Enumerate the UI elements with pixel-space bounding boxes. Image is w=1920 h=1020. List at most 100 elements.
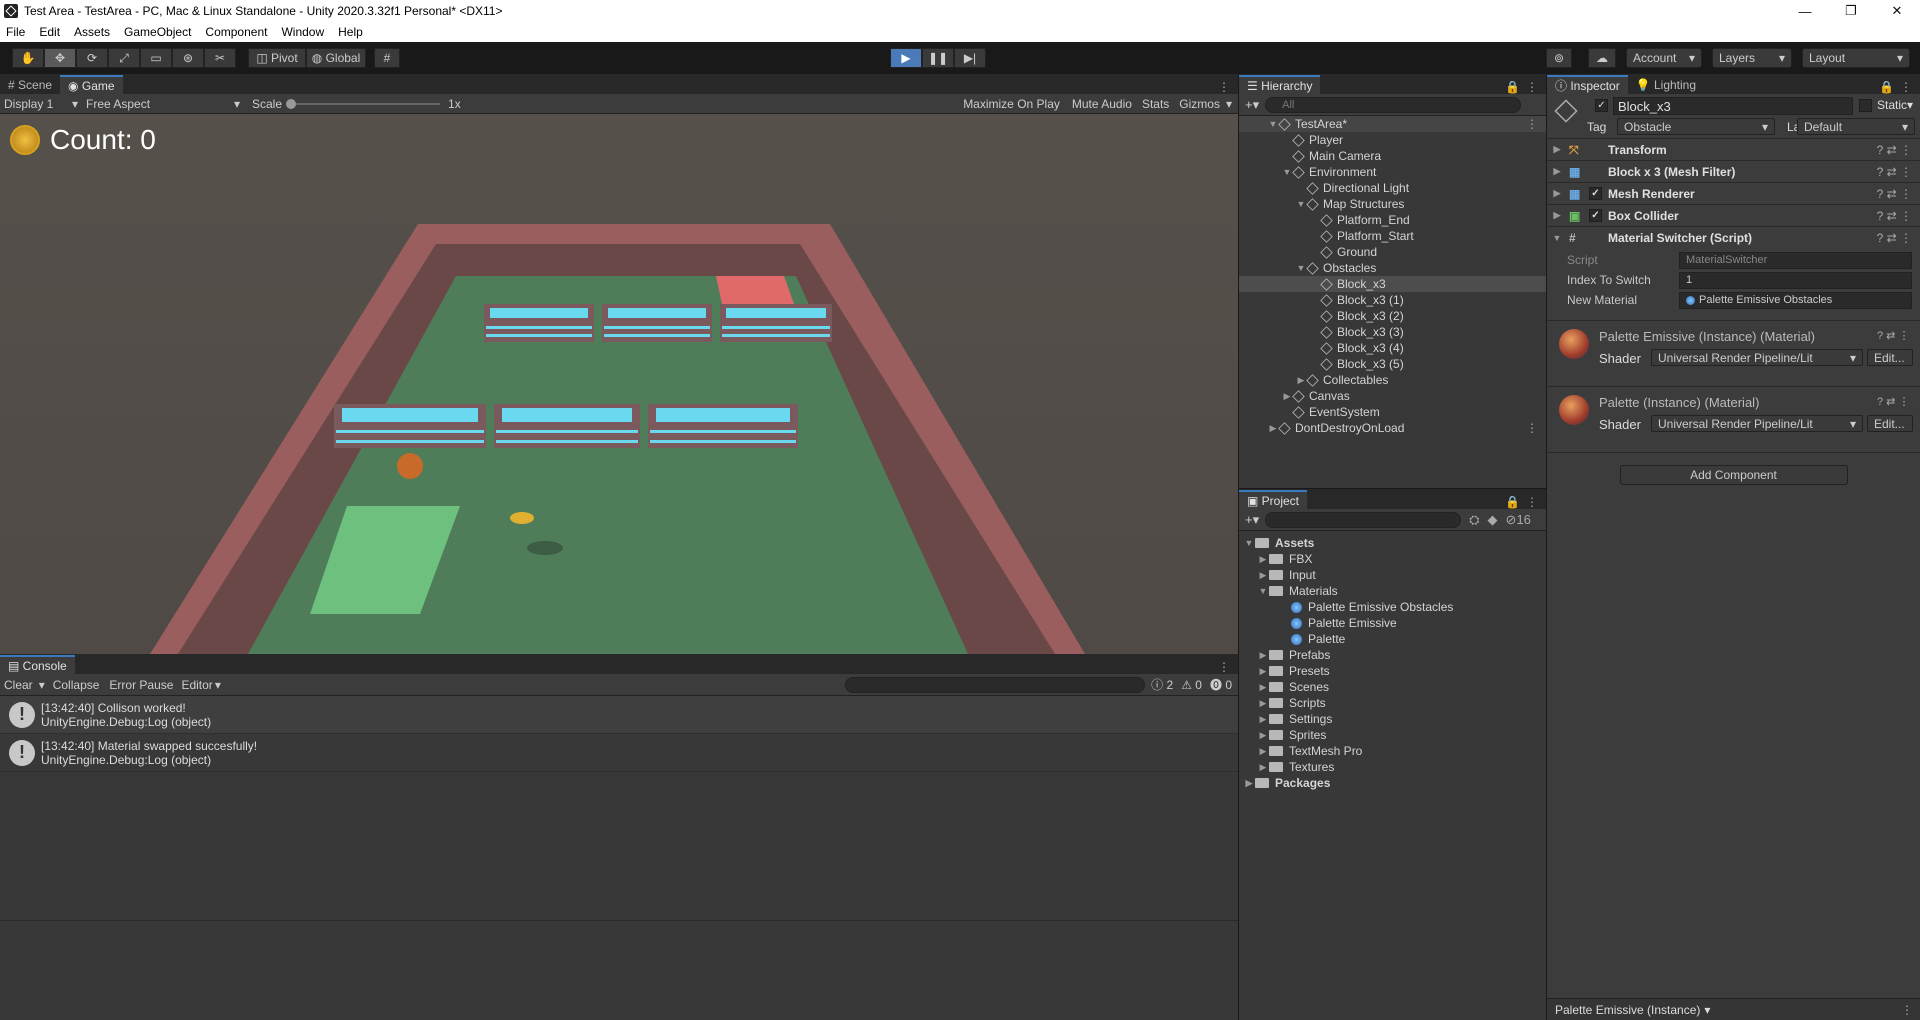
project-item[interactable]: ▶ Packages [1239, 775, 1546, 791]
warning-count-toggle[interactable]: ⚠ 0 [1181, 678, 1202, 692]
add-component-button[interactable]: Add Component [1619, 465, 1848, 485]
project-item[interactable]: ▶ FBX [1239, 551, 1546, 567]
mute-audio-toggle[interactable]: Mute Audio [1072, 97, 1132, 111]
rotate-tool-icon[interactable]: ⟳ [76, 48, 108, 68]
chevron-down-icon[interactable]: ▾ [215, 678, 221, 692]
expand-arrow-icon[interactable]: ▶ [1551, 210, 1563, 221]
project-item[interactable]: ▶ Scenes [1239, 679, 1546, 695]
tab-scene[interactable]: # Scene [0, 75, 60, 94]
layout-dropdown[interactable]: Layout ▾ [1802, 48, 1910, 68]
lock-icon[interactable]: 🔒 [1879, 80, 1900, 94]
project-item[interactable]: ▼ Materials [1239, 583, 1546, 599]
expand-arrow-icon[interactable]: ▼ [1551, 233, 1563, 243]
shader-dropdown[interactable]: Universal Render Pipeline/Lit ▾ [1651, 349, 1863, 366]
filter-label-icon[interactable]: ◆ [1488, 512, 1498, 528]
expand-arrow-icon[interactable]: ▶ [1257, 746, 1269, 757]
component-header[interactable]: ▼ # Material Switcher (Script) ? ⇄ ⋮ [1547, 226, 1920, 248]
expand-arrow-icon[interactable]: ▼ [1257, 586, 1269, 596]
project-item[interactable]: Palette Emissive Obstacles [1239, 599, 1546, 615]
component-actions-icon[interactable]: ? ⇄ ⋮ [1877, 231, 1912, 245]
scale-tool-icon[interactable]: ⤢ [108, 48, 140, 68]
expand-arrow-icon[interactable]: ▼ [1243, 538, 1255, 548]
expand-arrow-icon[interactable]: ▶ [1551, 144, 1563, 155]
hierarchy-item[interactable]: Block_x3 (2) [1239, 308, 1546, 324]
tab-game[interactable]: ◉ Game [60, 75, 123, 94]
grid-snap-icon[interactable]: # [374, 48, 400, 68]
project-item[interactable]: ▶ Scripts [1239, 695, 1546, 711]
material-object-field[interactable]: Palette Emissive Obstacles [1679, 291, 1912, 309]
scene-menu-icon[interactable]: ⋮ [1526, 117, 1546, 131]
account-dropdown[interactable]: Account ▾ [1626, 48, 1702, 68]
project-item[interactable]: ▶ Prefabs [1239, 647, 1546, 663]
minimize-button[interactable]: — [1782, 0, 1828, 22]
tab-project[interactable]: ▣ Project [1239, 490, 1308, 509]
project-item[interactable]: Palette Emissive [1239, 615, 1546, 631]
hierarchy-item[interactable]: Platform_Start [1239, 228, 1546, 244]
aspect-dropdown[interactable]: Free Aspect ▾ [86, 97, 240, 111]
menu-gameobject[interactable]: GameObject [124, 25, 191, 39]
project-item[interactable]: ▶ Sprites [1239, 727, 1546, 743]
pivot-toggle[interactable]: ◫ Pivot [248, 48, 306, 68]
project-item[interactable]: ▶ TextMesh Pro [1239, 743, 1546, 759]
edit-shader-button[interactable]: Edit... [1867, 349, 1913, 366]
index-input[interactable]: 1 [1679, 271, 1912, 289]
hierarchy-item[interactable]: Block_x3 (3) [1239, 324, 1546, 340]
pause-button[interactable]: ❚❚ [922, 48, 954, 68]
expand-arrow-icon[interactable]: ▶ [1257, 650, 1269, 661]
hierarchy-item[interactable]: ▼ TestArea* ⋮ [1239, 116, 1546, 132]
project-item[interactable]: ▼ Assets [1239, 535, 1546, 551]
collab-icon[interactable]: ⊚ [1546, 48, 1572, 68]
log-entry[interactable]: ! [13:42:40] Material swapped succesfull… [0, 734, 1238, 772]
hierarchy-item[interactable]: Directional Light [1239, 180, 1546, 196]
filter-type-icon[interactable]: ⛭ [1469, 512, 1479, 528]
panel-menu-icon[interactable]: ⋮ [1526, 495, 1546, 509]
hierarchy-item[interactable]: Block_x3 (5) [1239, 356, 1546, 372]
hand-tool-icon[interactable]: ✋ [12, 48, 44, 68]
component-actions-icon[interactable]: ? ⇄ ⋮ [1877, 187, 1912, 201]
component-actions-icon[interactable]: ? ⇄ ⋮ [1877, 143, 1912, 157]
tab-inspector[interactable]: ⓘ Inspector [1547, 75, 1628, 94]
expand-arrow-icon[interactable]: ▶ [1257, 698, 1269, 709]
cloud-icon[interactable]: ☁ [1588, 48, 1616, 68]
object-name-field[interactable]: Block_x3 [1613, 97, 1853, 115]
hierarchy-item[interactable]: ▶ Canvas [1239, 388, 1546, 404]
expand-arrow-icon[interactable]: ▶ [1257, 762, 1269, 773]
expand-arrow-icon[interactable]: ▶ [1257, 730, 1269, 741]
move-tool-icon[interactable]: ✥ [44, 48, 76, 68]
log-count-toggle[interactable]: ⓘ 2 [1151, 676, 1173, 693]
tab-lighting[interactable]: 💡 Lighting [1628, 75, 1704, 94]
stats-toggle[interactable]: Stats [1142, 97, 1169, 111]
chevron-down-icon[interactable]: ▾ [1226, 97, 1232, 111]
expand-arrow-icon[interactable]: ▶ [1257, 570, 1269, 581]
error-count-toggle[interactable]: ⓿ 0 [1210, 676, 1232, 693]
component-actions-icon[interactable]: ? ⇄ ⋮ [1877, 209, 1912, 223]
hierarchy-search-input[interactable]: All [1265, 96, 1522, 113]
component-actions-icon[interactable]: ? ⇄ ⋮ [1877, 165, 1912, 179]
menu-file[interactable]: File [6, 25, 25, 39]
component-header[interactable]: ▶ ▦ ✓ Mesh Renderer ? ⇄ ⋮ [1547, 182, 1920, 204]
layer-dropdown[interactable]: Default ▾ [1797, 118, 1915, 135]
panel-menu-icon[interactable]: ⋮ [1901, 1003, 1913, 1017]
hierarchy-item[interactable]: Block_x3 (4) [1239, 340, 1546, 356]
hierarchy-item[interactable]: Block_x3 [1239, 276, 1546, 292]
shader-dropdown[interactable]: Universal Render Pipeline/Lit ▾ [1651, 415, 1863, 432]
global-toggle[interactable]: ◍ Global [306, 48, 366, 68]
expand-arrow-icon[interactable]: ▶ [1257, 554, 1269, 565]
step-button[interactable]: ▶| [954, 48, 986, 68]
game-viewport[interactable]: Count: 0 [0, 114, 1238, 654]
tag-dropdown[interactable]: Obstacle ▾ [1617, 118, 1775, 135]
preview-footer[interactable]: Palette Emissive (Instance) ▾ ⋮ [1547, 998, 1920, 1020]
expand-arrow-icon[interactable]: ▶ [1257, 682, 1269, 693]
menu-component[interactable]: Component [205, 25, 267, 39]
project-item[interactable]: ▶ Textures [1239, 759, 1546, 775]
project-search-input[interactable] [1265, 511, 1462, 528]
project-item[interactable]: Palette [1239, 631, 1546, 647]
menu-assets[interactable]: Assets [74, 25, 110, 39]
static-checkbox[interactable] [1859, 99, 1872, 112]
maximize-on-play-toggle[interactable]: Maximize On Play [963, 97, 1060, 111]
component-header[interactable]: ▶ ▣ ✓ Box Collider ? ⇄ ⋮ [1547, 204, 1920, 226]
active-checkbox[interactable]: ✓ [1595, 99, 1608, 112]
panel-menu-icon[interactable]: ⋮ [1218, 80, 1238, 94]
clear-button[interactable]: Clear [4, 678, 33, 692]
hierarchy-item[interactable]: Block_x3 (1) [1239, 292, 1546, 308]
